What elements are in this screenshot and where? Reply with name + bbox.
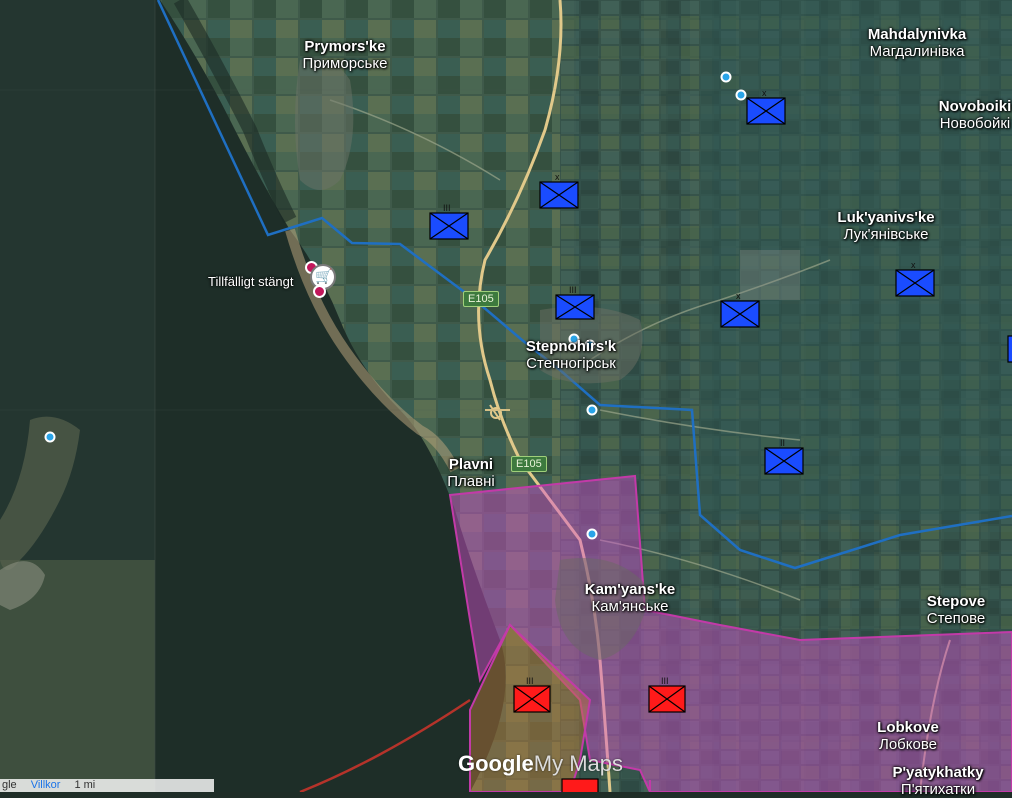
place-name-cyrillic: Приморське [302,55,388,72]
place-name-cyrillic: Плавні [447,473,495,490]
google-wordmark: Google [458,751,534,776]
place-label-kamianske[interactable]: Kam'yans'ke Кам'янське [585,581,676,615]
road-shield-e105: E105 [463,291,499,307]
place-label-prymorske[interactable]: Prymors'ke Приморське [303,38,388,72]
place-name-latin: Lobkove [877,719,939,736]
place-name-latin: P'yatykhatky [892,764,984,781]
dot [586,528,598,540]
place-name-latin: Stepnohirs'k [525,338,617,355]
place-label-lobkove[interactable]: Lobkove Лобкове [877,719,939,753]
map-footer: gle Villkor 1 mi [0,779,214,792]
place-name-cyrillic: Новобойкі [939,115,1011,132]
red-unit-marker-partial [561,778,599,792]
terms-link[interactable]: Villkor [31,779,61,792]
marker-pin[interactable] [313,285,326,298]
place-name-latin: Plavni [448,456,494,473]
place-name-cyrillic: Кам'янське [591,598,669,615]
place-label-stepnohirsk[interactable]: Stepnohirs'k Степногірськ [526,338,616,372]
unit-echelon: III [569,285,577,295]
place-name-cyrillic: П'ятихатки [900,781,976,798]
dot [586,404,598,416]
place-name-latin: Novoboiki [938,98,1012,115]
unit-echelon: III [443,203,451,213]
industrial-site [740,250,800,300]
place-name-cyrillic: Степове [926,610,986,627]
place-label-novoboiki[interactable]: Novoboiki Новобойкі [939,98,1012,132]
place-name-cyrillic: Степногірськ [526,355,616,372]
unit-echelon: II [780,438,785,448]
dot [735,89,747,101]
place-label-mahdalynivka[interactable]: Mahdalynivka Магдалинівка [868,26,966,60]
place-name-latin: Prymors'ke [304,38,386,55]
map-data-attribution: gle [2,779,17,791]
google-my-maps-logo: GoogleMy Maps [458,751,623,777]
unit-echelon: x [736,291,741,301]
scale-bar-label: 1 mi [74,779,96,791]
unit-echelon: x [911,260,916,270]
place-name-cyrillic: Лук'янівське [843,226,929,243]
place-name-latin: Kam'yans'ke [584,581,676,598]
dot [44,431,56,443]
poi-closed-label: Tillfälligt stängt [208,274,294,289]
place-name-latin: Luk'yanivs'ke [837,209,935,226]
unit-echelon: III [661,676,669,686]
map-canvas[interactable]: x x III III x x x II III III [0,0,1012,792]
unit-echelon: x [762,88,767,98]
place-label-lukyanivske[interactable]: Luk'yanivs'ke Лук'янівське [837,209,934,243]
dot [720,71,732,83]
place-name-latin: Stepove [926,593,986,610]
place-label-stepove[interactable]: Stepove Степове [927,593,985,627]
place-label-plavni[interactable]: Plavni Плавні [447,456,494,490]
place-name-cyrillic: Лобкове [879,736,937,753]
road-shield-e105: E105 [511,456,547,472]
place-name-cyrillic: Магдалинівка [869,43,965,60]
my-maps-wordmark: My Maps [533,751,624,776]
unit-echelon: III [526,676,534,686]
place-name-latin: Mahdalynivka [867,26,967,43]
unit-echelon: x [555,172,560,182]
place-label-pyatykhatky[interactable]: P'yatykhatky П'ятихатки [892,764,983,798]
